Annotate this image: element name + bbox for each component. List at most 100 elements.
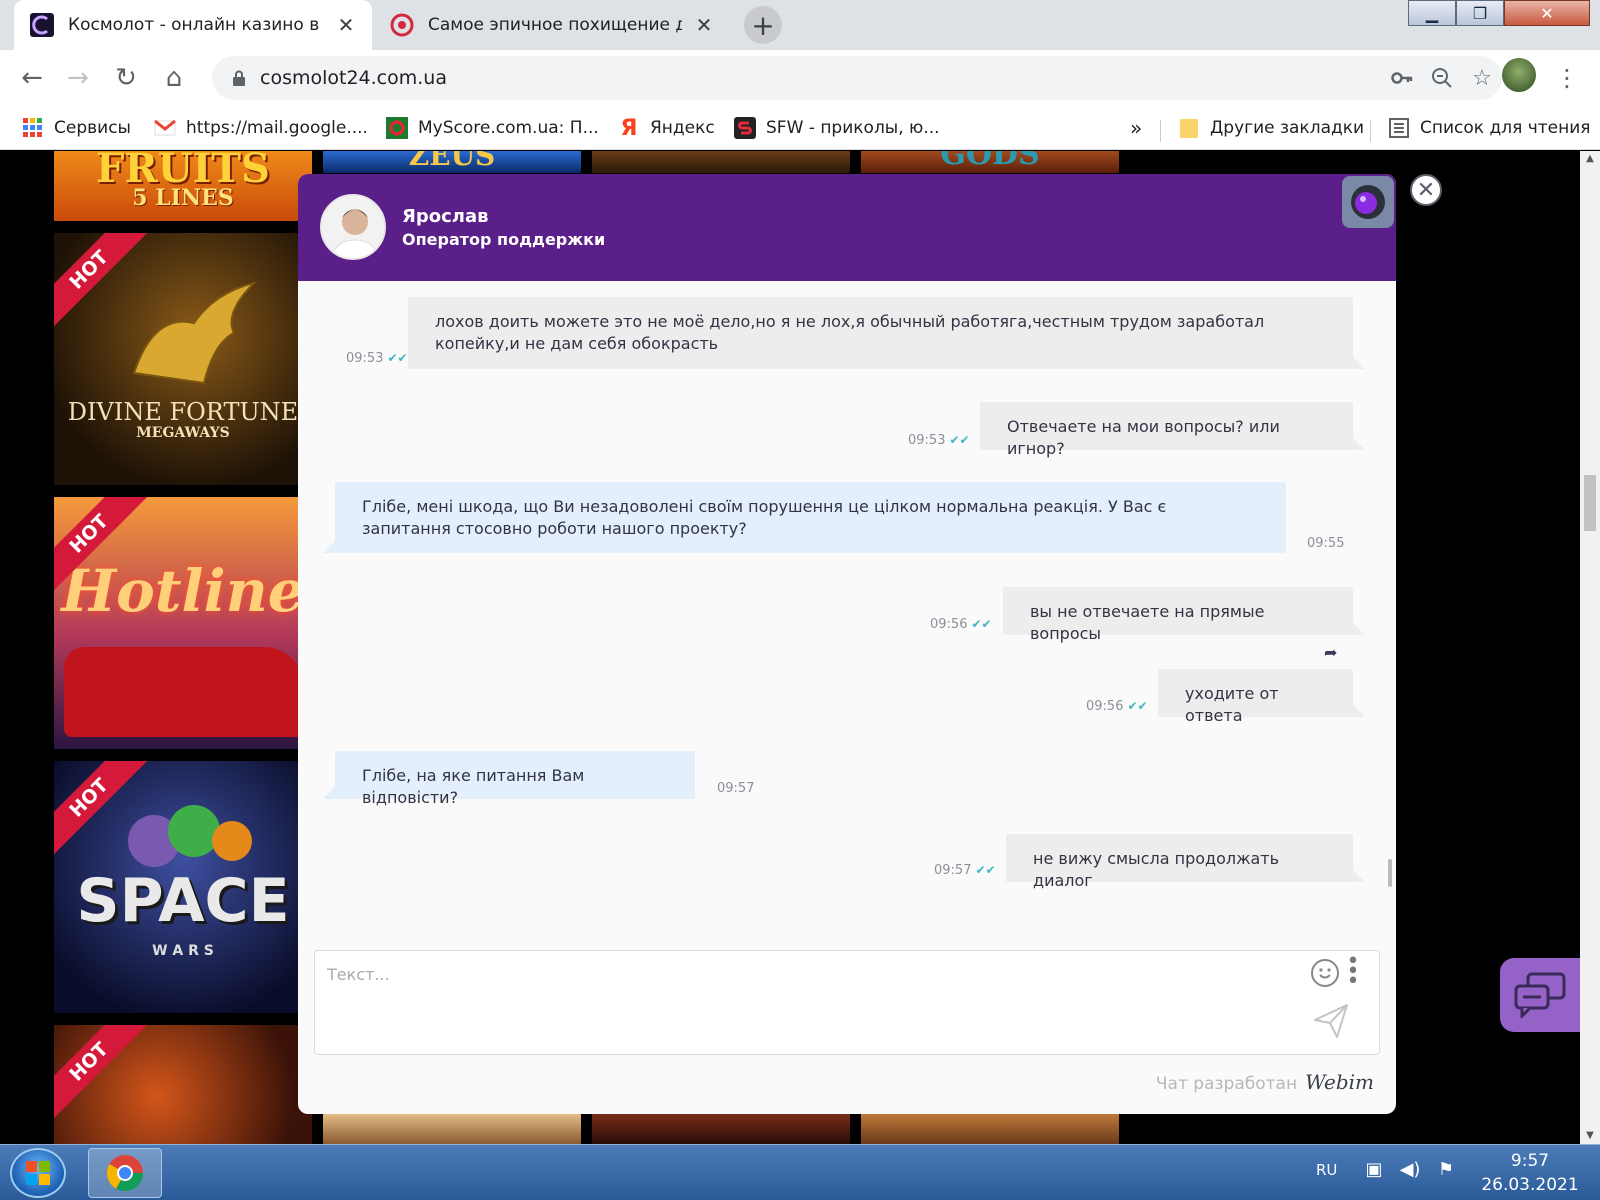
double-check-icon: ✔✔ xyxy=(949,433,970,447)
gmail-icon xyxy=(154,117,176,139)
action-center-flag-icon[interactable]: ⚑ xyxy=(1434,1159,1458,1183)
bookmark-label: SFW - приколы, ю... xyxy=(766,118,940,138)
send-icon[interactable] xyxy=(1311,1001,1351,1041)
tab-video[interactable]: Самое эпичное похищение ден ✕ xyxy=(374,0,730,50)
chrome-taskbar-icon[interactable] xyxy=(88,1148,162,1198)
double-check-icon: ✔✔ xyxy=(975,863,996,877)
lock-icon xyxy=(232,70,246,86)
folder-icon xyxy=(1178,117,1200,139)
clock[interactable]: 9:57 26.03.2021 xyxy=(1478,1149,1582,1197)
game-title: Hotline xyxy=(61,557,305,625)
game-tile-zeus[interactable]: ZEUS xyxy=(323,151,581,173)
bookmark-sfw[interactable]: SFW - приколы, ю... xyxy=(734,112,940,144)
clock-date: 26.03.2021 xyxy=(1481,1175,1579,1195)
bookmark-other[interactable]: Другие закладки xyxy=(1178,112,1364,144)
webim-logo[interactable]: Webim xyxy=(1305,1070,1374,1094)
tab-close-icon[interactable]: ✕ xyxy=(690,11,718,39)
bookmark-star-icon[interactable]: ☆ xyxy=(1462,58,1502,98)
game-tile-pharaoh[interactable]: HOT xyxy=(54,1025,312,1144)
maximize-icon[interactable]: ❐ xyxy=(1456,0,1504,26)
game-tile-gods[interactable]: GODS xyxy=(861,151,1119,173)
messages-scrollbar[interactable] xyxy=(1388,859,1392,887)
more-options-icon[interactable]: • • • xyxy=(1345,951,1361,993)
minimize-icon[interactable]: ▁ xyxy=(1408,0,1456,26)
message-time: 09:57 xyxy=(717,781,755,796)
message-time: 09:55 xyxy=(1307,536,1345,551)
video-favicon-icon xyxy=(390,13,414,37)
input-language[interactable]: RU xyxy=(1316,1161,1337,1179)
browser-menu-icon[interactable]: ⋮ xyxy=(1552,58,1582,98)
address-bar[interactable]: cosmolot24.com.ua ☆ xyxy=(212,56,1502,100)
game-tile-bottom-2[interactable] xyxy=(592,1113,850,1144)
bookmark-myscore[interactable]: MyScore.com.ua: П... xyxy=(386,112,599,144)
back-arrow-icon[interactable]: ← xyxy=(12,58,52,98)
key-icon[interactable] xyxy=(1382,58,1422,98)
message-time: 09:53 ✔✔ xyxy=(908,433,970,448)
url-text: cosmolot24.com.ua xyxy=(260,67,447,89)
scroll-up-icon[interactable]: ▲ xyxy=(1580,151,1600,167)
game-tile-divine-fortune[interactable]: DIVINE FORTUNE MEGAWAYS HOT xyxy=(54,233,312,485)
red-car-image xyxy=(64,647,304,737)
game-tile-bottom-1[interactable] xyxy=(323,1113,581,1144)
game-tile-3[interactable] xyxy=(592,151,850,173)
bookmark-divider xyxy=(1370,120,1371,142)
game-tile-fruits[interactable]: FRUITS 5 LINES xyxy=(54,151,312,221)
powered-by: Чат разработан Webim xyxy=(298,1070,1374,1094)
scroll-down-icon[interactable]: ▼ xyxy=(1580,1128,1600,1144)
scroll-thumb[interactable] xyxy=(1584,475,1596,531)
message-outgoing: Отвечаете на мои вопросы? или игнор? xyxy=(980,402,1365,458)
volume-icon[interactable]: ◀) xyxy=(1398,1159,1422,1183)
chat-close-icon[interactable]: ✕ xyxy=(1410,174,1442,206)
clock-time: 9:57 xyxy=(1510,1151,1550,1171)
home-icon[interactable]: ⌂ xyxy=(154,58,194,98)
message-outgoing: не вижу смысла продолжать диалог xyxy=(1006,834,1365,890)
game-title: SPACE xyxy=(76,866,290,936)
profile-avatar[interactable] xyxy=(1502,58,1536,92)
bookmarks-overflow-icon[interactable]: » xyxy=(1130,112,1142,144)
operator-name: Ярослав xyxy=(402,206,489,227)
forward-arrow-icon[interactable]: → xyxy=(58,58,98,98)
chat-launcher-button[interactable] xyxy=(1500,958,1580,1032)
bookmark-label: Яндекс xyxy=(650,118,715,138)
game-title: DIVINE FORTUNE xyxy=(67,398,299,426)
game-tile-hotline[interactable]: Hotline HOT xyxy=(54,497,312,749)
bookmark-label: MyScore.com.ua: П... xyxy=(418,118,599,138)
message-time: 09:57 ✔✔ xyxy=(934,863,996,878)
bookmark-gmail[interactable]: https://mail.google.... xyxy=(154,112,368,144)
message-incoming: Глібе, мені шкода, що Ви незадоволені св… xyxy=(323,482,1286,553)
tab-cosmolot[interactable]: Космолот - онлайн казино в Укр ✕ xyxy=(14,0,372,50)
tab-close-icon[interactable]: ✕ xyxy=(332,11,360,39)
window-close-icon[interactable]: ✕ xyxy=(1504,0,1590,26)
bookmark-yandex[interactable]: Я Яндекс xyxy=(618,112,715,144)
double-check-icon: ✔✔ xyxy=(387,351,408,365)
tab-title: Самое эпичное похищение ден xyxy=(428,15,682,35)
bookmark-label: Список для чтения xyxy=(1420,118,1591,138)
tab-strip: Космолот - онлайн казино в Укр ✕ Самое э… xyxy=(0,0,1600,50)
reading-list-icon xyxy=(1388,117,1410,139)
emoji-icon[interactable] xyxy=(1311,959,1339,987)
reload-icon[interactable]: ↻ xyxy=(106,58,146,98)
game-title: GODS xyxy=(940,151,1040,172)
new-tab-button[interactable]: + xyxy=(744,6,782,44)
myscore-icon xyxy=(386,117,408,139)
windows-taskbar: RU ▣ ◀) ⚑ 9:57 26.03.2021 xyxy=(0,1144,1600,1200)
message-input[interactable] xyxy=(315,951,1275,1051)
chat-bubbles-icon xyxy=(1514,972,1566,1018)
reading-list[interactable]: Список для чтения xyxy=(1388,112,1591,144)
message-outgoing: уходите от ответа xyxy=(1158,669,1365,725)
bookmark-label: https://mail.google.... xyxy=(186,118,368,138)
game-tile-bottom-3[interactable] xyxy=(861,1113,1119,1144)
page-scrollbar[interactable]: ▲ ▼ xyxy=(1580,151,1600,1144)
bookmark-divider xyxy=(1160,120,1161,142)
windows-start-icon[interactable] xyxy=(10,1148,66,1198)
game-tile-space-wars[interactable]: SPACE W A R S HOT xyxy=(54,761,312,1013)
tab-title: Космолот - онлайн казино в Укр xyxy=(68,15,324,35)
reply-arrow-icon[interactable]: ➦ xyxy=(1324,643,1337,662)
sfw-icon xyxy=(734,117,756,139)
zoom-icon[interactable] xyxy=(1422,58,1462,98)
network-icon[interactable]: ▣ xyxy=(1362,1159,1386,1183)
cosmolot-favicon-icon xyxy=(30,13,54,37)
message-outgoing: вы не отвечаете на прямые вопросы xyxy=(1003,587,1365,643)
bookmark-services[interactable]: Сервисы xyxy=(22,112,131,144)
game-subtitle: 5 LINES xyxy=(132,185,234,211)
